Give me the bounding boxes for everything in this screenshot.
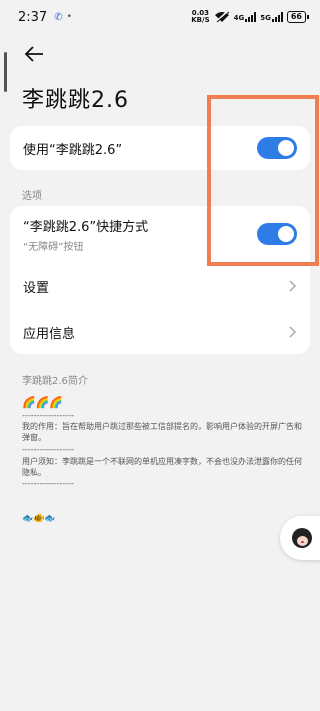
signal-bars-icon [271,12,283,22]
signal-5g-label: 5G [260,14,271,22]
notification-app-icon: ✆ [54,11,63,23]
signal-4g-label: 4G [233,14,245,22]
shortcut-label: “李跳跳2.6”快捷方式 [23,219,149,235]
shortcut-text: “李跳跳2.6”快捷方式 “无障碍”按钮 [23,216,148,253]
divider-line: ------------------ [22,479,74,488]
divider-line: ------------------ [22,445,74,454]
notification-dot-icon: • [66,12,72,22]
battery-indicator: 66 [286,11,310,23]
main-toggle-label: 使用“李跳跳2.6” [23,142,123,158]
network-speed: 0.03 KB/S [191,10,209,24]
avatar-icon [292,528,312,548]
fish-emoji-row: 🐟🐠🐟 [22,514,56,524]
description-section-label: 李跳跳2.6简介 [22,376,88,387]
page-title: 李跳跳2.6 [22,88,129,113]
settings-row[interactable]: 设置 [10,264,310,308]
shortcut-sublabel: “无障碍”按钮 [23,241,84,253]
back-arrow-icon[interactable] [22,42,46,66]
status-bar: 2:37 ✆ • 0.03 KB/S 4G 5G 66 [0,0,320,34]
chevron-right-icon [289,280,297,292]
options-section-label: 选项 [22,191,42,202]
scroll-indicator [4,52,7,92]
floating-assistant-button[interactable] [280,516,320,560]
purpose-text: 我的作用：旨在帮助用户跳过那些被工信部提名的，影响用户体验的开屏广告和弹窗。 [22,422,302,442]
settings-label: 设置 [23,280,50,296]
signal-4g: 4G [234,12,257,22]
status-right: 0.03 KB/S 4G 5G 66 [191,10,310,24]
signal-bars-icon [245,12,257,22]
signal-5g: 5G [260,12,283,22]
app-info-label: 应用信息 [23,326,76,342]
network-speed-unit: KB/S [191,16,210,24]
notice-text: 用户须知：李跳跳是一个不联网的单机应用凑字数，不会也没办法泄露你的任何隐私。 [22,457,302,477]
divider-line: ------------------ [22,411,74,420]
app-info-row[interactable]: 应用信息 [10,310,310,354]
status-time: 2:37 [18,9,48,25]
wifi-off-icon [214,11,229,23]
highlight-box [207,95,319,266]
chevron-right-icon [289,326,297,338]
rainbow-emoji-row: 🌈🌈🌈 [22,396,64,409]
